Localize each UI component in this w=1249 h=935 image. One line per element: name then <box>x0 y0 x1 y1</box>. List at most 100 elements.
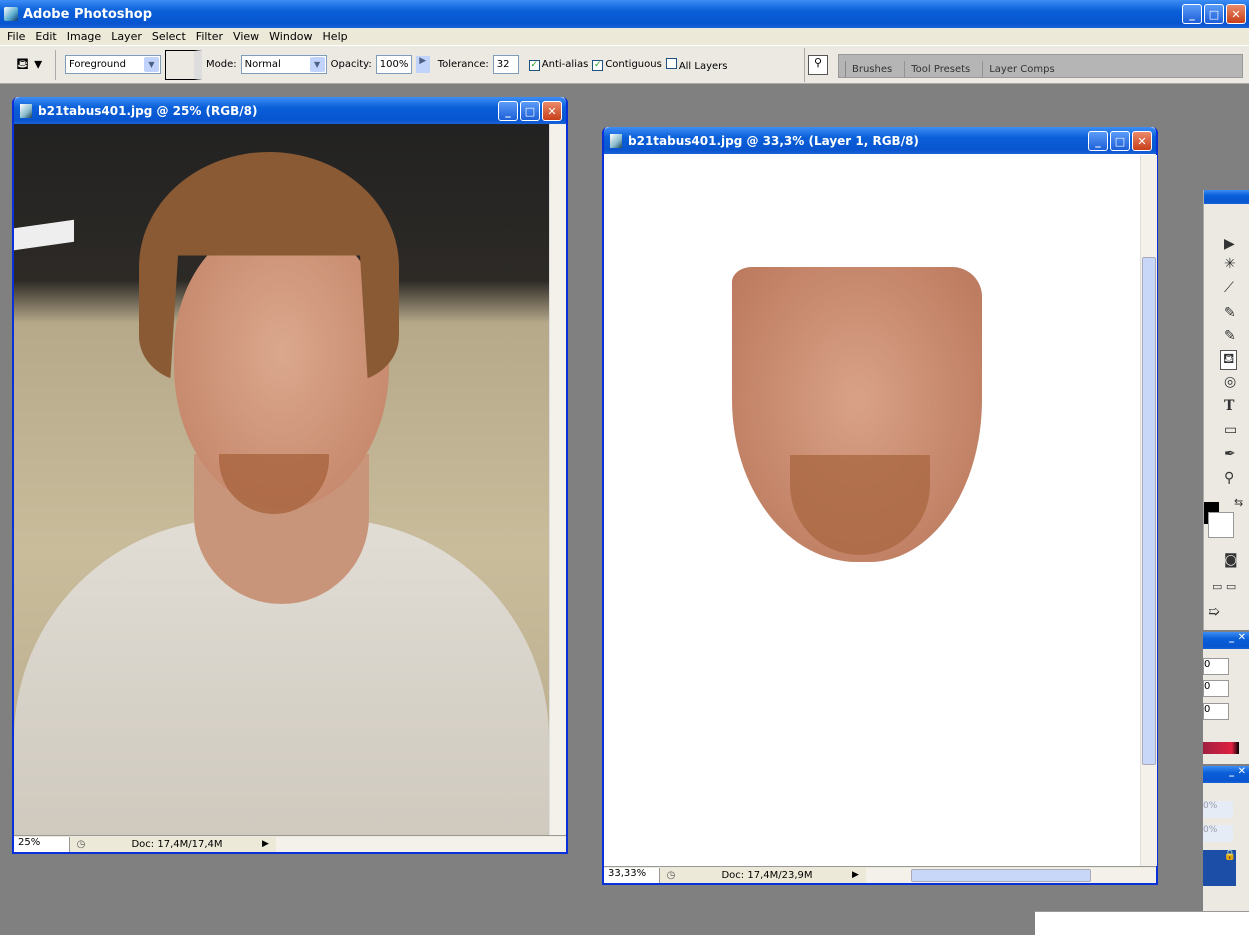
color-value-field[interactable]: 0 <box>1203 703 1229 720</box>
document-icon <box>20 103 32 118</box>
screen-mode-icons[interactable]: ▭ ▭ <box>1212 580 1236 593</box>
all-layers-checkbox[interactable]: All Layers <box>665 57 728 72</box>
photo-light-fixture <box>14 219 74 251</box>
brush-tool-icon[interactable]: ✎ <box>1224 305 1236 321</box>
horizontal-scrollbar[interactable] <box>276 836 566 852</box>
type-tool-icon[interactable]: T <box>1224 398 1234 414</box>
menu-view[interactable]: View <box>228 30 264 43</box>
paint-bucket-tool-icon[interactable]: ⛾ <box>1220 350 1238 370</box>
checkbox-checked-icon: ✓ <box>528 59 540 71</box>
maximize-button[interactable]: □ <box>520 101 540 121</box>
document-title: b21tabus401.jpg @ 33,3% (Layer 1, RGB/8) <box>628 133 919 148</box>
maximize-button[interactable]: □ <box>1204 4 1224 24</box>
document-title-bar[interactable]: b21tabus401.jpg @ 33,3% (Layer 1, RGB/8)… <box>604 127 1156 154</box>
tab-brushes[interactable]: Brushes <box>845 61 904 77</box>
checkbox-unchecked-icon <box>665 57 677 69</box>
jump-to-imageready-icon[interactable]: ➯ <box>1208 604 1220 620</box>
panel-title-bar[interactable]: _ ✕ <box>1203 632 1249 649</box>
tab-tool-presets[interactable]: Tool Presets <box>904 61 982 77</box>
doc-size-info: Doc: 17,4M/23,9M <box>721 869 813 881</box>
panel-title-bar[interactable]: _ ✕ <box>1203 766 1249 783</box>
pattern-picker[interactable] <box>165 49 202 80</box>
fill-source-value: Foreground <box>69 59 126 70</box>
image-canvas[interactable] <box>605 155 1140 866</box>
all-layers-label: All Layers <box>678 60 728 72</box>
tolerance-input[interactable]: 32 <box>492 55 519 74</box>
maximize-button[interactable]: □ <box>1110 131 1130 151</box>
zoom-tool-icon[interactable]: ⚲ <box>1224 470 1234 486</box>
slice-tool-icon[interactable]: ⟋ <box>1224 280 1234 296</box>
rectangle-tool-icon[interactable]: ▭ <box>1224 422 1237 438</box>
doc-size-info: Doc: 17,4M/17,4M <box>131 838 223 850</box>
status-menu-arrow-icon[interactable]: ▶ <box>852 870 866 880</box>
mode-select[interactable]: Normal ▼ <box>240 55 327 74</box>
menu-edit[interactable]: Edit <box>30 30 61 43</box>
divider <box>804 48 805 82</box>
tab-layer-comps[interactable]: Layer Comps <box>982 61 1066 77</box>
lock-icon: 🔒 <box>1223 850 1236 861</box>
opacity-input[interactable]: 100% <box>375 55 412 74</box>
toolbox-title-bar[interactable] <box>1204 190 1249 204</box>
opacity-label: Opacity: <box>330 59 372 70</box>
chevron-down-icon: ▼ <box>309 57 325 72</box>
scrollbar-thumb[interactable] <box>911 868 1091 882</box>
close-button[interactable]: ✕ <box>1226 4 1246 24</box>
image-canvas[interactable] <box>14 124 549 835</box>
color-value-field[interactable]: 0 <box>1203 680 1229 697</box>
clock-icon: ◷ <box>666 869 676 881</box>
status-menu-arrow-icon[interactable]: ▶ <box>262 839 276 849</box>
vertical-scrollbar[interactable] <box>1140 155 1157 866</box>
quick-mask-icon[interactable]: ◙ <box>1224 552 1238 568</box>
close-button[interactable]: ✕ <box>542 101 562 121</box>
minimize-button[interactable]: _ <box>498 101 518 121</box>
art-history-brush-icon[interactable]: ✎ <box>1224 328 1236 344</box>
palette-well: Brushes Tool Presets Layer Comps <box>838 54 1243 78</box>
fill-source-select[interactable]: Foreground ▼ <box>65 55 161 74</box>
menu-file[interactable]: File <box>2 30 30 43</box>
paint-bucket-tool-preset-icon[interactable]: ⛾ ▾ <box>6 54 46 75</box>
color-value-field[interactable]: 0 <box>1203 658 1229 675</box>
menu-select[interactable]: Select <box>147 30 191 43</box>
minimize-button[interactable]: _ <box>1088 131 1108 151</box>
document-window-original: b21tabus401.jpg @ 25% (RGB/8) _ □ ✕ 25% … <box>12 97 568 854</box>
menu-help[interactable]: Help <box>318 30 353 43</box>
menu-filter[interactable]: Filter <box>191 30 228 43</box>
layers-panel: _ ✕ 0% 0% 🔒 <box>1203 766 1249 911</box>
opacity-field[interactable]: 0% <box>1203 801 1233 818</box>
opacity-slider-button[interactable]: ▶ <box>415 56 430 73</box>
eyedropper-tool-icon[interactable]: ✒ <box>1224 446 1236 462</box>
minimize-button[interactable]: _ <box>1182 4 1202 24</box>
tolerance-label: Tolerance: <box>437 59 489 70</box>
file-browser-icon[interactable]: ⚲ <box>808 55 828 75</box>
background-color-swatch[interactable] <box>1208 512 1234 538</box>
tolerance-value: 32 <box>496 59 510 70</box>
swap-colors-icon[interactable]: ⇆ <box>1234 496 1243 509</box>
zoom-level-field[interactable]: 33,33% <box>604 867 660 883</box>
document-icon <box>610 133 622 148</box>
opacity-value: 100% <box>379 59 409 70</box>
horizontal-scrollbar[interactable] <box>866 867 1156 883</box>
status-bar: 33,33% ◷ Doc: 17,4M/23,9M ▶ <box>604 866 1156 883</box>
dodge-tool-icon[interactable]: ◎ <box>1224 374 1236 390</box>
mode-label: Mode: <box>206 59 237 70</box>
close-button[interactable]: ✕ <box>1132 131 1152 151</box>
checkbox-checked-icon: ✓ <box>592 59 604 71</box>
contiguous-checkbox[interactable]: ✓ Contiguous <box>592 59 662 71</box>
color-ramp[interactable] <box>1203 742 1239 754</box>
menu-image[interactable]: Image <box>62 30 106 43</box>
scrollbar-thumb[interactable] <box>1142 257 1156 765</box>
menu-window[interactable]: Window <box>264 30 317 43</box>
app-title: Adobe Photoshop <box>23 6 153 22</box>
document-title-bar[interactable]: b21tabus401.jpg @ 25% (RGB/8) _ □ ✕ <box>14 97 566 124</box>
menu-bar: File Edit Image Layer Select Filter View… <box>0 28 1249 46</box>
anti-alias-label: Anti-alias <box>541 58 589 70</box>
document-title: b21tabus401.jpg @ 25% (RGB/8) <box>38 103 258 118</box>
menu-layer[interactable]: Layer <box>106 30 147 43</box>
layer-row-selected[interactable]: 🔒 <box>1203 850 1236 886</box>
magic-wand-tool-icon[interactable]: ✳ <box>1224 256 1236 272</box>
vertical-scrollbar[interactable] <box>549 124 566 835</box>
zoom-level-field[interactable]: 25% <box>14 836 70 852</box>
anti-alias-checkbox[interactable]: ✓ Anti-alias <box>528 58 589 71</box>
move-tool-icon[interactable]: ▶ <box>1224 236 1235 252</box>
fill-field[interactable]: 0% <box>1203 825 1233 842</box>
